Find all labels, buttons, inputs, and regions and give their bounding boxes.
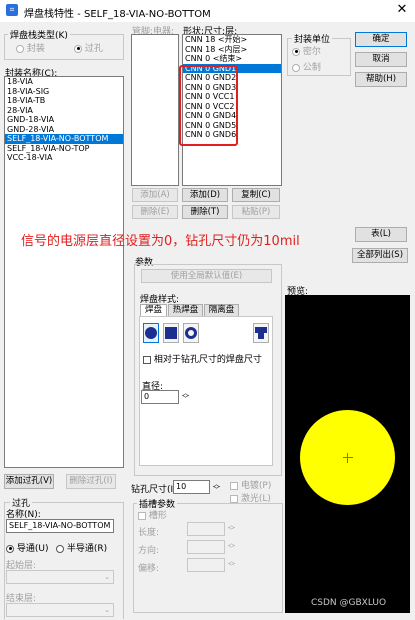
radio-icon bbox=[6, 544, 14, 553]
app-icon: ⌗ bbox=[6, 4, 18, 16]
delete-pin-button[interactable]: 删除(E) bbox=[132, 205, 178, 219]
radio-icon bbox=[292, 47, 300, 56]
preview-canvas: CSDN @GBXLUO bbox=[285, 295, 410, 613]
watermark-text: CSDN @GBXLUO bbox=[311, 598, 387, 608]
slot-length-label: 长度: bbox=[138, 528, 160, 538]
list-item[interactable]: CNN 18 <开始> bbox=[183, 35, 281, 45]
list-item[interactable]: GND-18-VIA bbox=[5, 115, 123, 125]
highlight-box bbox=[179, 65, 238, 146]
slot-direction-spinner[interactable]: ︿ ﹀ bbox=[228, 540, 235, 553]
stack-type-package-radio[interactable]: 封装 bbox=[16, 41, 45, 54]
radio-icon bbox=[16, 44, 24, 53]
slot-offset-field[interactable] bbox=[187, 558, 225, 572]
help-button[interactable]: 帮助(H) bbox=[355, 72, 407, 87]
pins-list[interactable] bbox=[131, 34, 179, 186]
list-all-button[interactable]: 全部列出(S) bbox=[352, 248, 408, 263]
delete-layer-button[interactable]: 删除(T) bbox=[182, 205, 228, 219]
slot-direction-label: 方向: bbox=[138, 546, 160, 556]
slot-length-spinner[interactable]: ︿ ﹀ bbox=[228, 522, 235, 535]
crosshair-icon bbox=[343, 457, 353, 458]
square-icon bbox=[165, 327, 177, 339]
use-global-defaults-button[interactable]: 使用全局默认值(E) bbox=[141, 269, 272, 283]
spin-down-icon: ﹀ bbox=[182, 395, 189, 403]
slotted-checkbox[interactable]: 槽形 bbox=[138, 508, 167, 521]
units-mil-radio[interactable]: 密尔 bbox=[292, 44, 321, 57]
cancel-button[interactable]: 取消 bbox=[355, 52, 407, 67]
chevron-down-icon: ⌄ bbox=[104, 606, 110, 614]
table-button[interactable]: 表(L) bbox=[355, 227, 407, 242]
slot-offset-label: 偏移: bbox=[138, 564, 160, 574]
copy-layer-button[interactable]: 复制(C) bbox=[232, 188, 280, 202]
via-name-field[interactable]: SELF_18-VIA-NO-BOTTOM bbox=[6, 519, 114, 533]
drill-size-spinner[interactable]: ︿ ﹀ bbox=[213, 481, 220, 494]
units-metric-radio[interactable]: 公制 bbox=[292, 60, 321, 73]
slot-offset-spinner[interactable]: ︿ ﹀ bbox=[228, 558, 235, 571]
through-via-radio[interactable]: 导通(U) bbox=[6, 541, 49, 554]
round-shape-button[interactable] bbox=[143, 323, 159, 343]
plated-checkbox[interactable]: 电镀(P) bbox=[230, 478, 271, 491]
add-via-button[interactable]: 添加过孔(V) bbox=[4, 474, 54, 489]
slot-length-field[interactable] bbox=[187, 522, 225, 536]
stack-type-label: 焊盘栈类型(K) bbox=[8, 28, 70, 41]
paste-layer-button[interactable]: 粘贴(P) bbox=[232, 205, 280, 219]
list-item[interactable]: GND-28-VIA bbox=[5, 125, 123, 135]
relative-to-drill-checkbox[interactable]: 相对于钻孔尺寸的焊盘尺寸 bbox=[143, 352, 262, 365]
diameter-field[interactable]: 0 bbox=[141, 390, 179, 404]
list-item[interactable]: VCC-18-VIA bbox=[5, 153, 123, 163]
list-item-selected[interactable]: SELF_18-VIA-NO-BOTTOM bbox=[5, 134, 123, 144]
radio-icon bbox=[292, 63, 300, 72]
start-layer-combo[interactable]: ⌄ bbox=[6, 570, 114, 584]
custom-pad-icon bbox=[255, 327, 267, 339]
close-icon[interactable]: ✕ bbox=[394, 2, 410, 18]
custom-shape-button[interactable] bbox=[253, 323, 269, 343]
ok-button[interactable]: 确定 bbox=[355, 32, 407, 47]
add-pin-button[interactable]: 添加(A) bbox=[132, 188, 178, 202]
list-item[interactable]: CNN 18 <内层> bbox=[183, 45, 281, 55]
annular-shape-button[interactable] bbox=[183, 323, 199, 343]
end-layer-combo[interactable]: ⌄ bbox=[6, 603, 114, 617]
delete-via-button[interactable]: 删除过孔(I) bbox=[66, 474, 116, 489]
list-item[interactable]: 18-VIA bbox=[5, 77, 123, 87]
checkbox-icon bbox=[230, 494, 238, 503]
window-title: 焊盘栈特性 - SELF_18-VIA-NO-BOTTOM bbox=[24, 9, 211, 20]
add-layer-button[interactable]: 添加(D) bbox=[182, 188, 228, 202]
crosshair-icon bbox=[347, 453, 348, 463]
drill-size-field[interactable]: 10 bbox=[173, 480, 210, 494]
package-names-list[interactable]: 18-VIA 18-VIA-SIG 18-VIA-TB 28-VIA GND-1… bbox=[4, 76, 124, 468]
radio-icon bbox=[56, 544, 64, 553]
annotation-text: 信号的电源层直径设置为0，钻孔尺寸仍为10mil bbox=[21, 234, 300, 249]
list-item[interactable]: 18-VIA-TB bbox=[5, 96, 123, 106]
radio-icon bbox=[74, 44, 82, 53]
checkbox-icon bbox=[143, 355, 151, 364]
list-item[interactable]: 18-VIA-SIG bbox=[5, 87, 123, 97]
stack-type-via-radio[interactable]: 过孔 bbox=[74, 41, 103, 54]
circle-icon bbox=[145, 327, 157, 339]
checkbox-icon bbox=[230, 481, 238, 490]
partial-via-radio[interactable]: 半导通(R) bbox=[56, 541, 107, 554]
diameter-spinner[interactable]: ︿ ﹀ bbox=[182, 390, 189, 403]
title-bar: ⌗ 焊盘栈特性 - SELF_18-VIA-NO-BOTTOM ✕ bbox=[0, 0, 415, 22]
slot-direction-field[interactable] bbox=[187, 540, 225, 554]
list-item[interactable]: SELF_18-VIA-NO-TOP bbox=[5, 144, 123, 154]
list-item[interactable]: CNN 0 <结束> bbox=[183, 54, 281, 64]
spin-down-icon: ﹀ bbox=[213, 486, 220, 494]
spin-down-icon: ﹀ bbox=[228, 527, 235, 535]
checkbox-icon bbox=[138, 511, 146, 520]
list-item[interactable]: 28-VIA bbox=[5, 106, 123, 116]
spin-down-icon: ﹀ bbox=[228, 545, 235, 553]
ring-icon bbox=[185, 327, 197, 339]
square-shape-button[interactable] bbox=[163, 323, 179, 343]
spin-down-icon: ﹀ bbox=[228, 563, 235, 571]
chevron-down-icon: ⌄ bbox=[104, 573, 110, 581]
